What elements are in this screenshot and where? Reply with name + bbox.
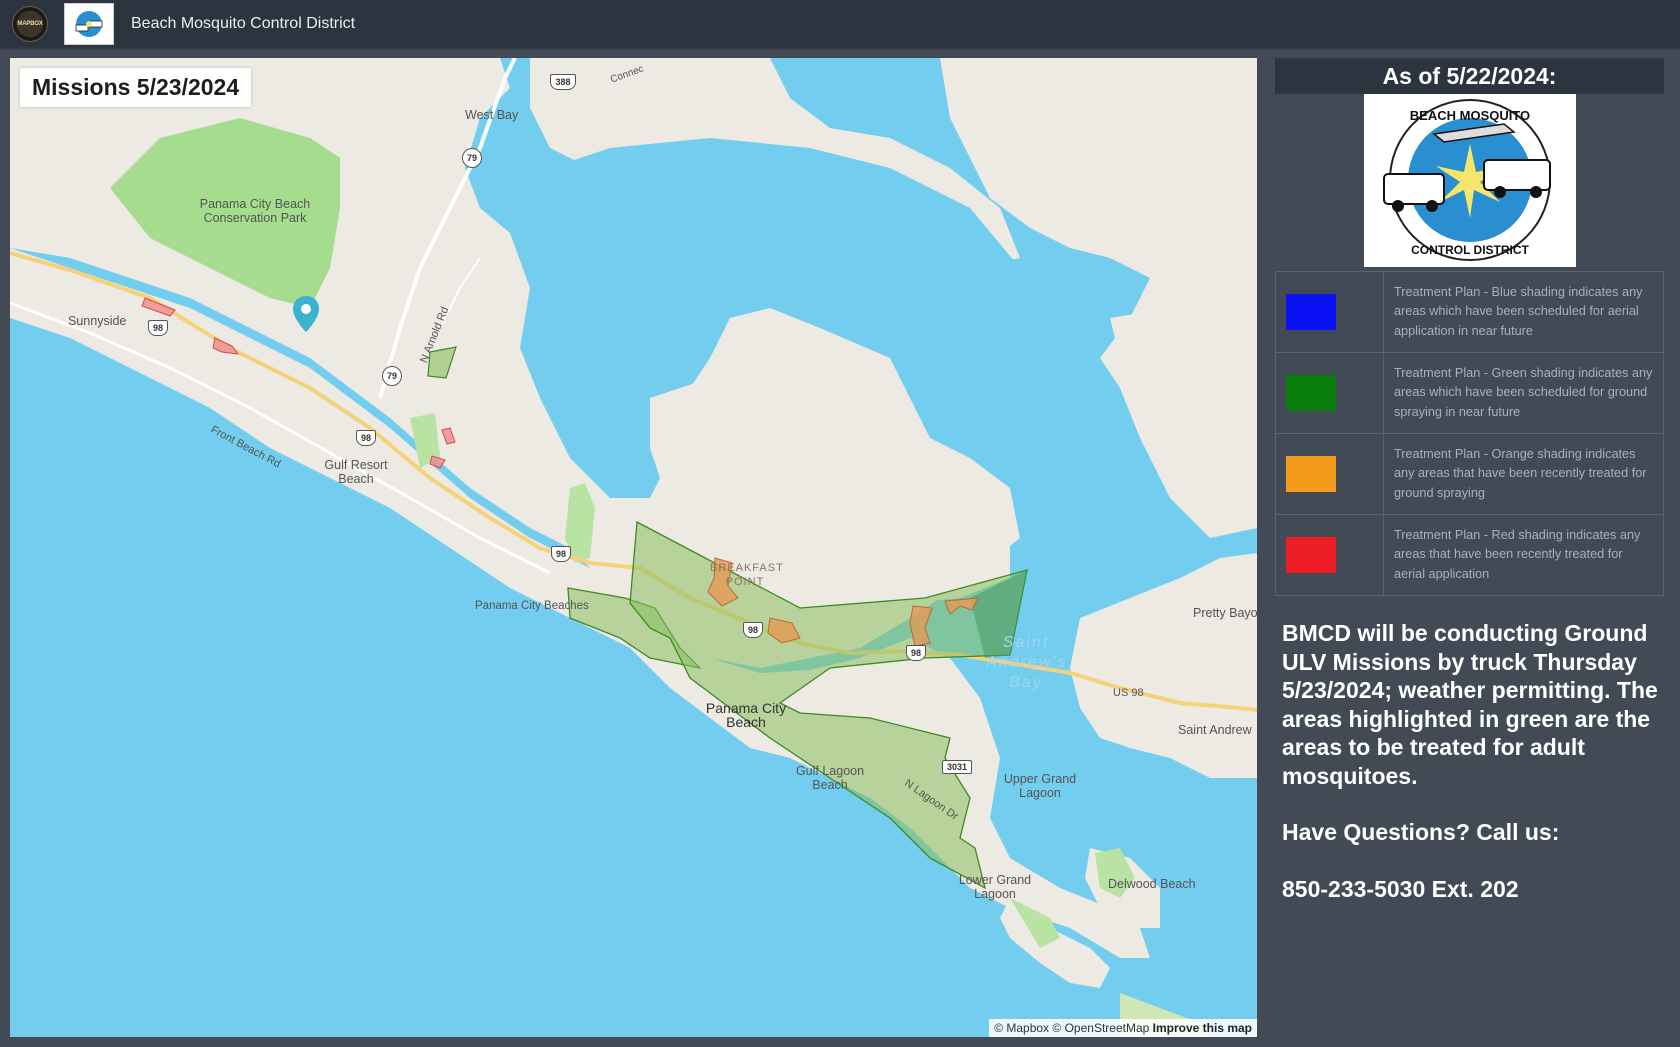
place-panama-city-beaches: Panama City Beaches xyxy=(475,600,589,612)
legend-swatch-green xyxy=(1286,375,1336,411)
place-panama-city-beach: Panama City Beach xyxy=(705,700,787,730)
place-conservation-park: Panama City Beach Conservation Park xyxy=(199,197,311,225)
route-shield-79-north: 79 xyxy=(462,148,482,168)
mapbox-attribution-link[interactable]: © Mapbox xyxy=(994,1021,1049,1035)
route-shield-3031: 3031 xyxy=(942,760,972,774)
route-shield-388: 388 xyxy=(550,74,576,90)
legend-text-red: Treatment Plan - Red shading indicates a… xyxy=(1383,514,1664,596)
place-lower-grand: Lower Grand Lagoon xyxy=(958,873,1032,901)
place-saint-andrew: Saint Andrew xyxy=(1178,723,1252,737)
map-attribution: © Mapbox © OpenStreetMap Improve this ma… xyxy=(989,1019,1257,1037)
place-delwood: Delwood Beach xyxy=(1108,877,1196,891)
place-gulf-lagoon: Gulf Lagoon Beach xyxy=(795,764,865,792)
place-breakfast-point: BREAKFAST POINT xyxy=(710,562,784,588)
logo-bottom-text: CONTROL DISTRICT xyxy=(1411,243,1529,257)
district-logo: BEACH MOSQUITO CONTROL DISTRICT xyxy=(1363,94,1576,267)
top-bar: MAPBOX Beach Mosquito Control District xyxy=(0,0,1680,47)
route-shield-98-east: 98 xyxy=(551,546,571,562)
logo-top-text: BEACH MOSQUITO xyxy=(1409,108,1529,123)
questions-prompt: Have Questions? Call us: xyxy=(1282,819,1560,845)
mapbox-logo-text: MAPBOX xyxy=(17,20,43,27)
mission-date-label: Missions 5/23/2024 xyxy=(20,68,252,107)
route-shield-98-far: 98 xyxy=(906,645,926,661)
place-sunnyside: Sunnyside xyxy=(68,314,127,328)
place-pretty-bayou: Pretty Bayo xyxy=(1193,606,1257,620)
route-shield-98-center: 98 xyxy=(743,622,763,638)
route-shield-98-mid: 98 xyxy=(356,430,376,446)
improve-map-link[interactable]: Improve this map xyxy=(1153,1021,1252,1035)
route-shield-98-west: 98 xyxy=(148,320,168,336)
legend-row-red: Treatment Plan - Red shading indicates a… xyxy=(1275,514,1664,596)
mission-message: BMCD will be conducting Ground ULV Missi… xyxy=(1275,619,1664,903)
legend-row-orange: Treatment Plan - Orange shading indicate… xyxy=(1275,433,1664,515)
place-gulf-resort: Gulf Resort Beach xyxy=(324,458,388,486)
phone-number[interactable]: 850-233-5030 Ext. 202 xyxy=(1282,875,1664,904)
place-west-bay: West Bay xyxy=(465,108,519,122)
district-logo-icon xyxy=(75,10,103,37)
legend-table: Treatment Plan - Blue shading indicates … xyxy=(1275,271,1664,596)
app-title: Beach Mosquito Control District xyxy=(131,14,356,32)
legend-row-blue: Treatment Plan - Blue shading indicates … xyxy=(1275,271,1664,353)
as-of-date: As of 5/22/2024: xyxy=(1275,58,1664,94)
mapbox-logo[interactable]: MAPBOX xyxy=(12,5,48,42)
road-label-us98: US 98 xyxy=(1113,687,1144,699)
legend-row-green: Treatment Plan - Green shading indicates… xyxy=(1275,352,1664,434)
osm-attribution-link[interactable]: © OpenStreetMap xyxy=(1052,1021,1149,1035)
legend-panel: As of 5/22/2024: BEACH MOSQUITO CONTROL … xyxy=(1275,58,1664,931)
district-logo-small[interactable] xyxy=(64,2,114,45)
land-east xyxy=(1070,553,1257,778)
legend-swatch-orange xyxy=(1286,456,1336,492)
mission-description: BMCD will be conducting Ground ULV Missi… xyxy=(1282,620,1658,789)
district-logo-emblem-icon: BEACH MOSQUITO CONTROL DISTRICT xyxy=(1382,99,1551,261)
place-upper-grand: Upper Grand Lagoon xyxy=(1003,772,1077,800)
route-shield-79-south: 79 xyxy=(382,366,402,386)
legend-text-orange: Treatment Plan - Orange shading indicate… xyxy=(1383,433,1664,515)
location-pin-icon[interactable] xyxy=(292,295,320,333)
place-saint-andrews-bay: Saint Andrew's Bay xyxy=(986,634,1068,691)
legend-text-green: Treatment Plan - Green shading indicates… xyxy=(1383,352,1664,434)
legend-swatch-red xyxy=(1286,537,1336,573)
map-view[interactable]: Missions 5/23/2024 West Bay Panama City … xyxy=(10,58,1257,1037)
legend-swatch-blue xyxy=(1286,294,1336,330)
legend-text-blue: Treatment Plan - Blue shading indicates … xyxy=(1383,271,1664,353)
